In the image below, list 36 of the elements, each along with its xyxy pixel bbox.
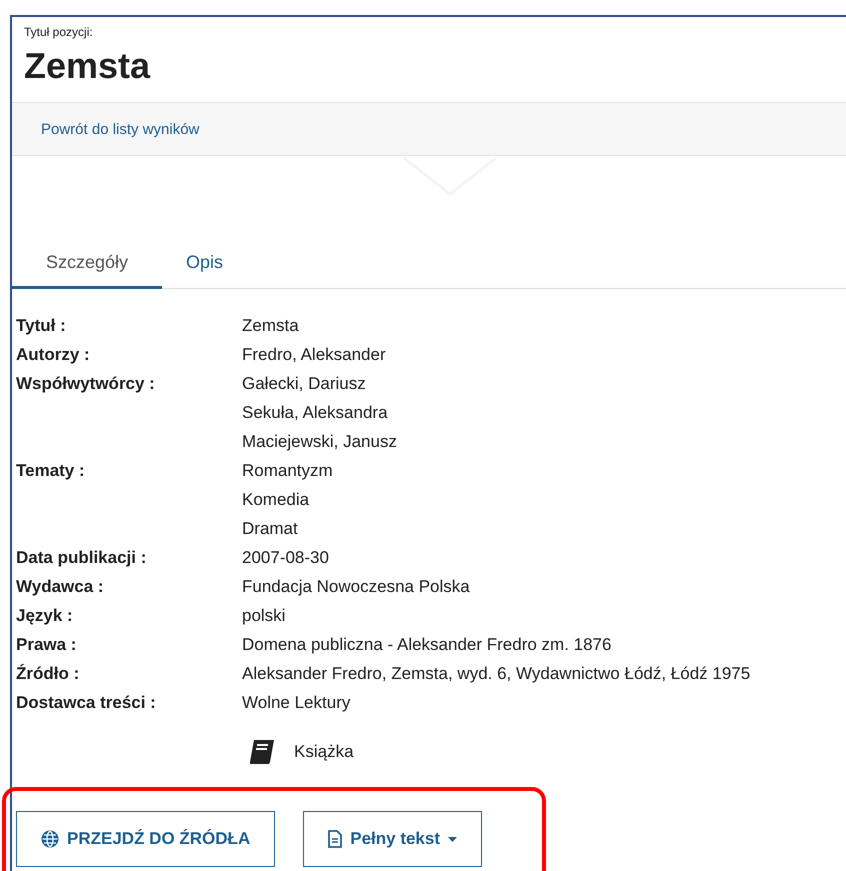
field-value: Gałecki, Dariusz	[242, 373, 367, 395]
field-label: Autorzy :	[16, 344, 91, 366]
dropdown-button[interactable]: Pełny tekst	[303, 811, 482, 867]
field-label: Język :	[16, 605, 74, 627]
book-icon	[248, 739, 276, 765]
field-label: Tematy :	[16, 460, 86, 482]
field-value: polski	[242, 605, 286, 627]
format-label: Książka	[294, 742, 354, 762]
field-value: 2007-08-30	[242, 547, 330, 569]
field-value: Dramat	[242, 518, 299, 540]
field-value: Fundacja Nowoczesna Polska	[242, 576, 471, 598]
field-value: Zemsta	[242, 315, 300, 337]
globe-icon	[41, 830, 59, 848]
item-title: Zemsta	[24, 45, 150, 87]
field-label: Tytuł :	[16, 315, 67, 337]
source-button[interactable]: PRZEJDŹ DO ŹRÓDŁA	[16, 811, 276, 867]
back-link[interactable]: Powrót do listy wyników	[41, 120, 200, 138]
field-label: Współwytwórcy :	[16, 373, 156, 395]
tab[interactable]: Opis	[162, 238, 248, 289]
field-value: Maciejewski, Janusz	[242, 431, 398, 453]
field-value: Sekuła, Aleksandra	[242, 402, 389, 424]
field-label: Prawa :	[16, 634, 78, 656]
field-label: Źródło :	[16, 663, 80, 685]
field-value: Romantyzm	[242, 460, 334, 482]
field-value: Komedia	[242, 489, 310, 511]
field-label: Data publikacji :	[16, 547, 148, 569]
field-value: Aleksander Fredro, Zemsta, wyd. 6, Wydawnictwo Łódź, Łódź 1975	[242, 663, 752, 685]
field-value: Fredro, Aleksander	[242, 344, 387, 366]
title-caption: Tytuł pozycji:	[24, 25, 93, 39]
tab[interactable]: Szczegóły	[12, 238, 162, 289]
field-label: Dostawca treści :	[16, 692, 157, 714]
field-label: Wydawca :	[16, 576, 105, 598]
field-value: Wolne Lektury	[242, 692, 352, 714]
caret-icon	[448, 836, 457, 842]
field-value: Domena publiczna - Aleksander Fredro zm. 1876	[242, 634, 612, 656]
document-icon	[328, 830, 342, 848]
